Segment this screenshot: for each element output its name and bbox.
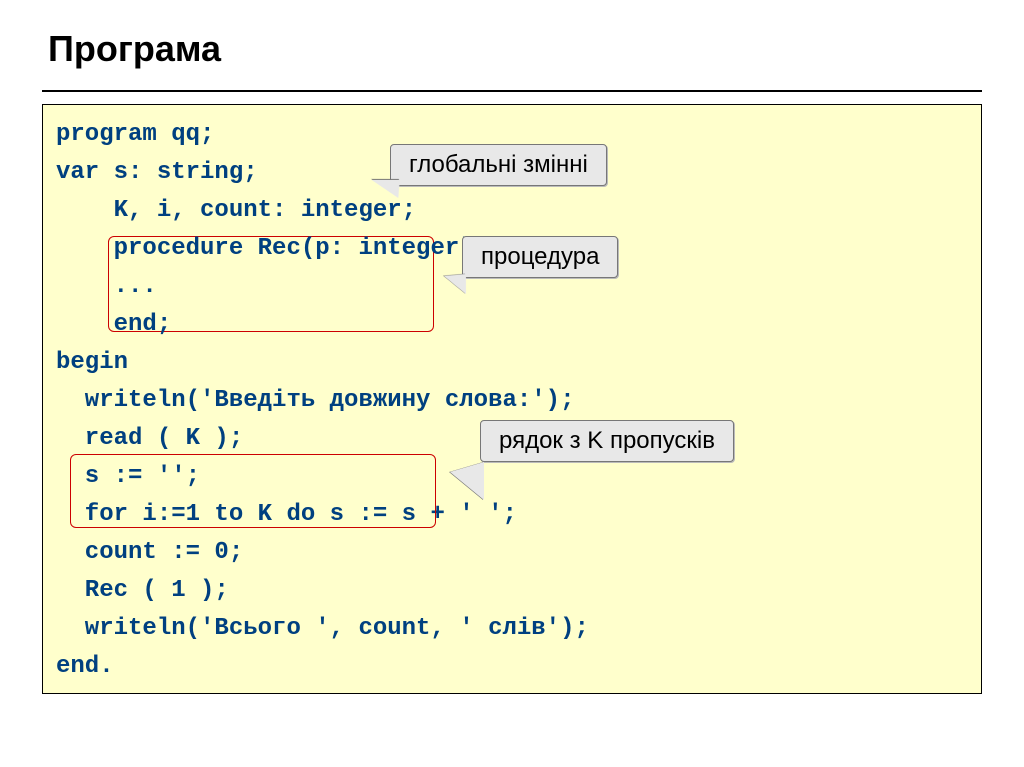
code-line: writeln('Введіть довжину слова:'); — [56, 387, 574, 414]
code-line: Rec ( 1 ); — [56, 577, 229, 604]
callout-globals: глобальні змінні — [390, 144, 607, 186]
code-line: read ( K ); — [56, 425, 243, 452]
callout-loop-tail — [450, 462, 484, 500]
code-line: program qq; — [56, 121, 214, 148]
code-line: K, i, count: integer; — [56, 197, 416, 224]
callout-procedure: процедура — [462, 236, 618, 278]
code-line: writeln('Всього ', count, ' слів'); — [56, 615, 589, 642]
slide-title: Програма — [48, 28, 221, 70]
code-listing: program qq; var s: string; K, i, count: … — [56, 116, 589, 686]
slide: Програма program qq; var s: string; K, i… — [0, 0, 1024, 767]
code-line: s := ''; — [56, 463, 200, 490]
code-line: count := 0; — [56, 539, 243, 566]
code-line: procedure Rec(p: integer); — [56, 235, 488, 262]
title-rule — [42, 90, 982, 92]
code-line: end; — [56, 311, 171, 338]
code-line: begin — [56, 349, 128, 376]
code-line: ... — [56, 273, 157, 300]
code-line: for i:=1 to K do s := s + ' '; — [56, 501, 517, 528]
code-line: var s: string; — [56, 159, 258, 186]
callout-loop: рядок з K пропусків — [480, 420, 734, 462]
code-line: end. — [56, 653, 114, 680]
